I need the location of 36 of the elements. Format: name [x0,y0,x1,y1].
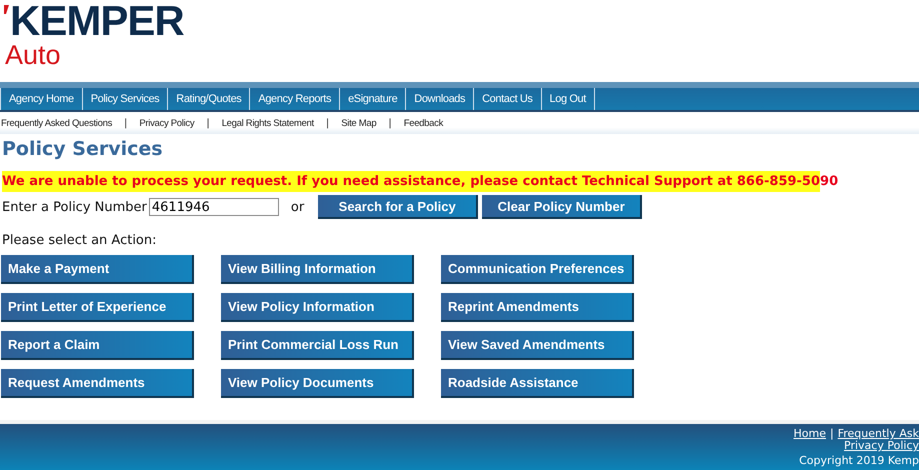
action-button[interactable]: Print Letter of Experience [1,293,194,322]
copyright-text: Copyright 2019 Kemp [799,455,919,467]
logo-mark-icon [4,5,10,14]
policy-button[interactable]: Clear Policy Number [482,195,642,219]
action-button[interactable]: View Policy Information [221,293,414,322]
sub-nav-link[interactable]: Privacy Policy [139,118,194,128]
separator: | [326,118,330,128]
action-button[interactable]: Print Commercial Loss Run [221,331,414,360]
separator: | [830,428,834,440]
brand-logo: KEMPER [10,2,184,40]
action-button[interactable]: Roadside Assistance [441,369,634,398]
or-label: or [290,200,304,214]
sub-nav-link[interactable]: Legal Rights Statement [222,118,314,128]
action-button[interactable]: View Saved Amendments [441,331,634,360]
separator: | [388,118,392,128]
action-button[interactable]: Request Amendments [1,369,194,398]
action-button[interactable]: View Billing Information [221,255,414,284]
footer-link[interactable]: Home [794,428,826,440]
action-prompt: Please select an Action: [2,233,158,248]
action-button[interactable]: Report a Claim [1,331,194,360]
action-button[interactable]: Reprint Amendments [441,293,634,322]
policy-number-label: Enter a Policy Number [2,200,147,214]
separator: | [124,118,128,128]
footer-link[interactable]: Privacy Policy [844,440,919,452]
product-name: Auto [5,40,62,70]
action-button[interactable]: Communication Preferences [441,255,634,284]
sub-nav-link[interactable]: Frequently Asked Questions [1,118,112,128]
sub-nav-link[interactable]: Site Map [341,118,376,128]
sub-nav-link[interactable]: Feedback [404,118,444,128]
policy-number-field[interactable]: 4611946 [148,198,279,216]
action-button[interactable]: Make a Payment [1,255,194,284]
action-button[interactable]: View Policy Documents [221,369,414,398]
page-title: Policy Services [2,138,164,160]
policy-button[interactable]: Search for a Policy [318,195,478,219]
separator: | [206,118,210,128]
footer-link[interactable]: Frequently Ask [838,428,919,440]
